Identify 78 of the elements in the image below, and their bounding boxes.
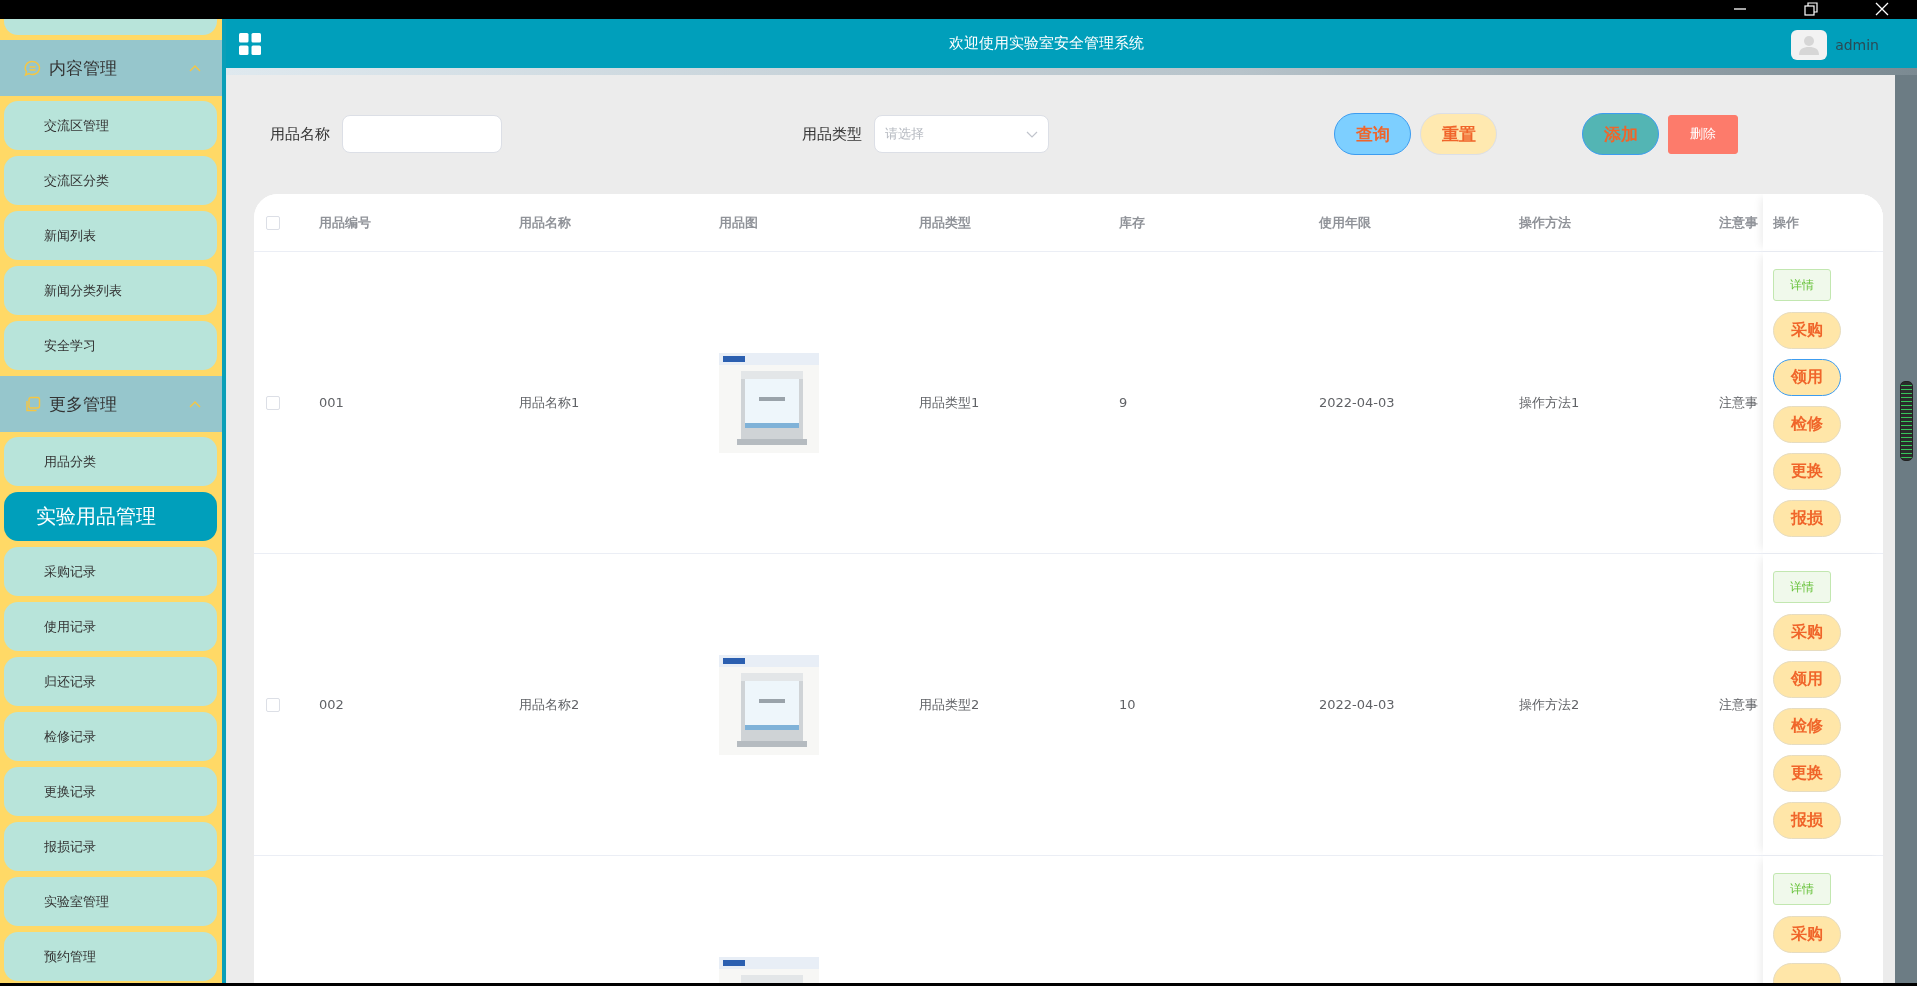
table-cell: 001 [319,395,344,410]
table-cell: 用品名称1 [519,393,580,412]
menu-group-title: 更多管理 [49,392,118,416]
column-header: 用品图 [719,213,758,232]
action-button[interactable]: 检修 [1773,708,1841,745]
sidebar-item[interactable]: 用品分类 [4,437,217,486]
action-button[interactable]: 检修 [1773,406,1841,443]
sidebar-item[interactable]: 归还记录 [4,657,217,706]
menu-icon[interactable] [239,32,261,55]
caret-up-icon[interactable] [189,64,201,72]
table-cell: 用品类型1 [919,393,980,412]
close-icon[interactable] [1874,2,1889,16]
action-button[interactable]: 采购 [1773,916,1841,953]
scrollbar-thumb[interactable] [1899,381,1913,461]
action-button[interactable]: 采购 [1773,312,1841,349]
table-cell: 注意事 [1719,695,1758,714]
sidebar-item[interactable]: 检修记录 [4,712,217,761]
menu-group-header[interactable]: 更多管理 [0,376,222,432]
user-name[interactable]: admin [1835,37,1879,53]
column-header: 用品编号 [319,213,371,232]
sidebar-item[interactable]: 新闻分类列表 [4,266,217,315]
sidebar-item[interactable]: 采购记录 [4,547,217,596]
column-header: 用品类型 [919,213,971,232]
table-cell: 9 [1119,395,1128,410]
app-title: 欢迎使用实验室安全管理系统 [947,34,1145,53]
menu-group-title: 内容管理 [49,56,118,80]
field-label: 用品类型 [802,124,862,144]
field-label: 用品名称 [270,124,330,144]
reset-button[interactable]: 重置 [1420,113,1497,155]
sidebar-item[interactable]: 交流区分类 [4,156,217,205]
table-cell: 2022-04-03 [1319,697,1395,712]
table-cell: 操作方法2 [1519,695,1580,714]
sidebar-item[interactable]: 预约管理 [4,932,217,981]
table-cell: 用品名称2 [519,695,580,714]
sidebar-item[interactable]: 交流区管理 [4,101,217,150]
column-header: 操作方法 [1519,213,1571,232]
checkbox[interactable] [266,215,280,230]
action-button[interactable]: 更换 [1773,755,1841,792]
table-cell: 002 [319,697,344,712]
sidebar-item[interactable]: 使用记录 [4,602,217,651]
menu-group-icon [24,395,41,413]
column-header: 操作 [1773,213,1799,232]
action-button[interactable]: 报损 [1773,500,1841,537]
action-button[interactable]: 更换 [1773,453,1841,490]
table-cell: 2022-04-03 [1319,395,1395,410]
checkbox[interactable] [266,395,280,410]
detail-button[interactable]: 详情 [1773,873,1831,905]
select-field[interactable]: 请选择 [874,115,1049,153]
table-cell: 操作方法1 [1519,393,1580,412]
column-header: 使用年限 [1319,213,1371,232]
action-button[interactable]: 报损 [1773,802,1841,839]
sidebar-item[interactable]: 更换记录 [4,767,217,816]
action-button[interactable]: 领用 [1773,359,1841,396]
column-header: 注意事 [1719,213,1758,232]
table-cell: 注意事 [1719,393,1758,412]
sidebar-item[interactable]: 报损记录 [4,822,217,871]
sidebar-item[interactable]: 实验室管理 [4,877,217,926]
menu-group-header[interactable]: 内容管理 [0,40,222,96]
avatar-icon[interactable] [1791,30,1828,60]
table-cell: 10 [1119,697,1136,712]
query-button[interactable]: 查询 [1334,113,1411,155]
column-header: 库存 [1119,213,1145,232]
action-button[interactable]: 领用 [1773,661,1841,698]
chevron-down-icon [1026,130,1038,138]
caret-up-icon[interactable] [189,400,201,408]
checkbox[interactable] [266,697,280,712]
table-cell: 用品类型2 [919,695,980,714]
detail-button[interactable]: 详情 [1773,269,1831,301]
delete-button[interactable]: 删除 [1668,114,1738,154]
action-button[interactable]: 采购 [1773,614,1841,651]
input-field[interactable] [342,115,502,153]
menu-group-icon [24,59,41,77]
sidebar-item[interactable]: 实验用品管理 [4,492,217,541]
detail-button[interactable]: 详情 [1773,571,1831,603]
sidebar-item[interactable]: 新闻列表 [4,211,217,260]
restore-icon[interactable] [1804,2,1818,16]
sidebar-item[interactable]: 安全学习 [4,321,217,370]
column-header: 用品名称 [519,213,571,232]
